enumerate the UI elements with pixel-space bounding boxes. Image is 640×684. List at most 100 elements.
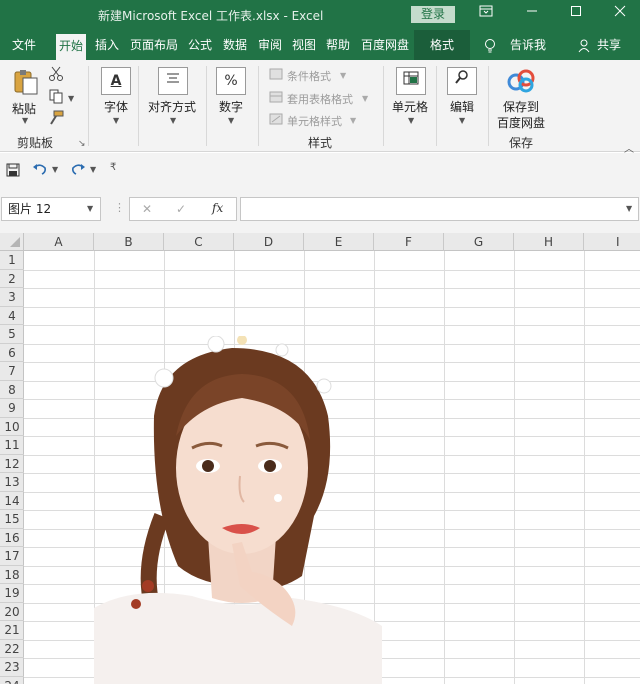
inserted-picture[interactable] [92,335,392,684]
alignment-dropdown-icon[interactable]: ▼ [170,116,176,125]
ribbon-display-options-icon[interactable] [474,3,498,25]
cell-style-button[interactable]: 单元格样式 [287,113,342,129]
cells-icon[interactable] [396,67,426,95]
copy-icon[interactable] [48,88,64,107]
edit-button[interactable]: 编辑 [450,98,474,115]
alignment-icon[interactable] [158,67,188,95]
font-button[interactable]: 字体 [104,98,128,115]
tab-formulas[interactable]: 公式 [188,30,212,60]
row-header[interactable]: 17 [0,547,24,566]
column-header[interactable]: I [584,233,640,251]
row-header[interactable]: 24 [0,677,24,684]
undo-dropdown-icon[interactable]: ▼ [52,165,58,174]
search-icon[interactable] [447,67,477,95]
percent-icon[interactable]: % [216,67,246,95]
enter-icon[interactable]: ✓ [176,202,186,216]
paste-icon[interactable] [12,68,40,96]
tab-file[interactable]: 文件 [12,30,36,60]
close-icon[interactable] [608,3,632,25]
tab-insert[interactable]: 插入 [95,30,119,60]
conditional-format-dropdown-icon[interactable]: ▼ [340,71,346,80]
row-header[interactable]: 8 [0,381,24,399]
row-header[interactable]: 7 [0,362,24,381]
column-header[interactable]: C [164,233,234,251]
row-header[interactable]: 20 [0,603,24,621]
row-header[interactable]: 19 [0,584,24,603]
cell-style-dropdown-icon[interactable]: ▼ [350,116,356,125]
number-button[interactable]: 数字 [219,98,243,115]
save-to-pan-label-1[interactable]: 保存到 [503,98,539,115]
login-button[interactable]: 登录 [411,6,455,23]
row-header[interactable]: 16 [0,529,24,547]
row-header[interactable]: 18 [0,566,24,584]
baidu-cloud-icon[interactable] [506,68,536,97]
row-header[interactable]: 13 [0,473,24,492]
share-button[interactable]: 共享 [597,30,621,60]
tab-view[interactable]: 视图 [292,30,316,60]
row-header[interactable]: 11 [0,436,24,455]
row-header[interactable]: 23 [0,658,24,677]
select-all-corner[interactable] [0,233,24,251]
format-painter-icon[interactable] [48,110,64,129]
row-header[interactable]: 21 [0,621,24,640]
font-dropdown-icon[interactable]: ▼ [113,116,119,125]
row-header[interactable]: 9 [0,399,24,418]
clipboard-launcher-icon[interactable]: ↘ [78,139,86,149]
number-dropdown-icon[interactable]: ▼ [228,116,234,125]
tab-baidu-pan[interactable]: 百度网盘 [361,30,409,60]
row-header[interactable]: 4 [0,307,24,325]
row-header[interactable]: 5 [0,325,24,344]
table-format-button[interactable]: 套用表格格式 [287,91,353,107]
paste-dropdown-icon[interactable]: ▼ [22,116,28,125]
row-header[interactable]: 22 [0,640,24,658]
column-header[interactable]: B [94,233,164,251]
customize-qat-icon[interactable]: ₹ [110,162,116,173]
row-header[interactable]: 1 [0,251,24,270]
edit-dropdown-icon[interactable]: ▼ [459,116,465,125]
tab-review[interactable]: 审阅 [258,30,282,60]
cut-icon[interactable] [48,66,64,85]
cells-button[interactable]: 单元格 [392,98,428,115]
cells-dropdown-icon[interactable]: ▼ [408,116,414,125]
column-header[interactable]: H [514,233,584,251]
copy-dropdown-icon[interactable]: ▼ [68,94,74,103]
undo-icon[interactable] [32,162,48,179]
name-box-dropdown-icon[interactable]: ▼ [87,204,93,213]
redo-dropdown-icon[interactable]: ▼ [90,165,96,174]
minimize-icon[interactable] [520,3,544,25]
tab-format[interactable]: 格式 [414,30,471,60]
row-header[interactable]: 15 [0,510,24,529]
column-header[interactable]: F [374,233,444,251]
maximize-icon[interactable] [564,3,588,25]
drag-handle-icon[interactable]: ⋮ [114,201,125,214]
row-header[interactable]: 12 [0,455,24,473]
column-header[interactable]: G [444,233,514,251]
paste-button[interactable]: 粘贴 [12,100,36,117]
save-to-pan-label-2[interactable]: 百度网盘 [497,114,545,131]
alignment-button[interactable]: 对齐方式 [148,98,196,115]
row-header[interactable]: 2 [0,270,24,288]
row-header[interactable]: 10 [0,418,24,436]
tab-data[interactable]: 数据 [223,30,247,60]
row-header[interactable]: 6 [0,344,24,362]
row-header[interactable]: 14 [0,492,24,510]
expand-formula-icon[interactable]: ▼ [626,204,632,213]
insert-function-icon[interactable]: fx [212,201,223,215]
tell-me-search[interactable]: 告诉我 [510,30,546,60]
save-icon[interactable] [6,163,20,180]
redo-icon[interactable] [70,162,86,179]
font-icon[interactable]: A [101,67,131,95]
column-header[interactable]: A [24,233,94,251]
table-format-dropdown-icon[interactable]: ▼ [362,94,368,103]
tab-help[interactable]: 帮助 [326,30,350,60]
conditional-format-button[interactable]: 条件格式 [287,68,331,84]
tab-home[interactable]: 开始 [56,34,87,60]
name-box[interactable]: 图片 12 [1,197,101,221]
tab-page-layout[interactable]: 页面布局 [130,30,178,60]
column-header[interactable]: E [304,233,374,251]
formula-input[interactable] [240,197,639,221]
column-header[interactable]: D [234,233,304,251]
row-header[interactable]: 3 [0,288,24,307]
worksheet-grid[interactable]: A B C D E F G H I 1 2 3 4 5 6 7 8 9 10 11 12 13 14 15 1… [0,233,640,684]
cancel-icon[interactable]: ✕ [142,202,152,216]
